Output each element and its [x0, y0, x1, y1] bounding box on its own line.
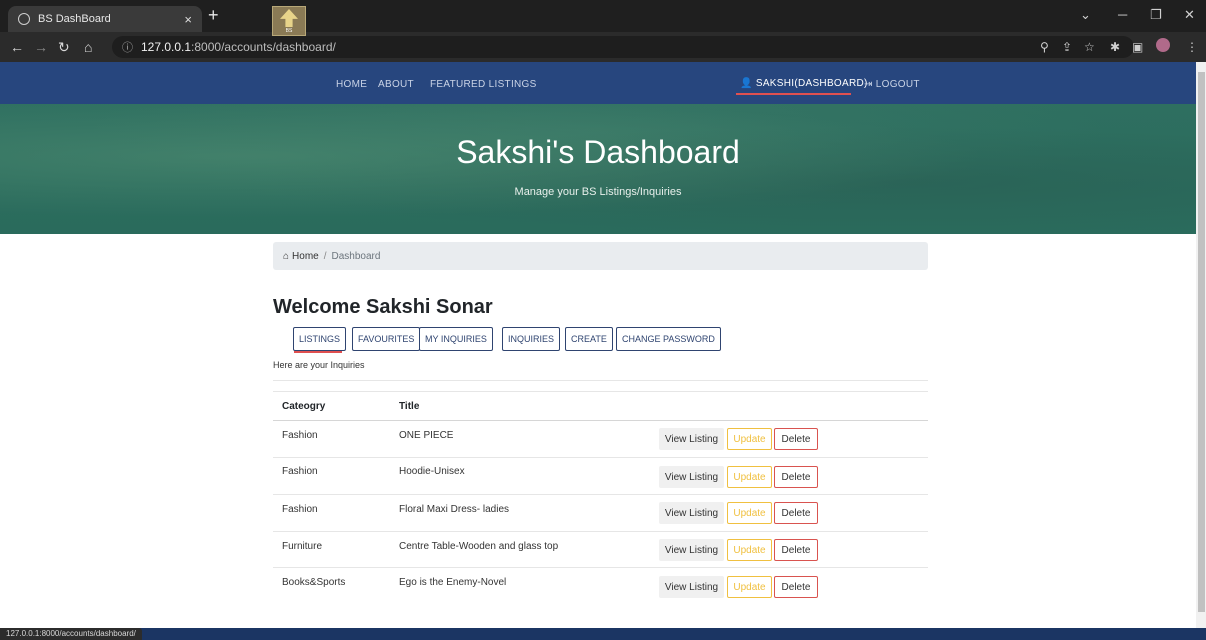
- row-category: Furniture: [282, 541, 323, 552]
- site-logo[interactable]: BS: [272, 6, 306, 36]
- reload-icon[interactable]: ↻: [58, 39, 70, 56]
- row-title: Ego is the Enemy-Novel: [399, 577, 507, 588]
- nav-featured-listings-link[interactable]: FEATURED LISTINGS: [430, 79, 537, 90]
- nav-logout-label: LOGOUT: [875, 79, 920, 90]
- browser-status-url: 127.0.0.1:8000/accounts/dashboard/: [0, 628, 142, 640]
- maximize-icon[interactable]: ❐: [1150, 7, 1162, 23]
- tab-search-icon[interactable]: ⌄: [1080, 7, 1091, 23]
- update-button[interactable]: Update: [727, 466, 772, 488]
- scrollbar-thumb[interactable]: [1198, 72, 1205, 612]
- url-input[interactable]: ⓘ 127.0.0.1 :8000/accounts/dashboard/: [112, 36, 1134, 58]
- url-host: 127.0.0.1: [141, 40, 192, 54]
- tab-change-password[interactable]: CHANGE PASSWORD: [616, 327, 721, 351]
- view-listing-button[interactable]: View Listing: [659, 539, 724, 561]
- row-divider: [273, 567, 928, 568]
- update-button[interactable]: Update: [727, 428, 772, 450]
- delete-button[interactable]: Delete: [774, 428, 818, 450]
- dashboard-hero: Sakshi's Dashboard Manage your BS Listin…: [0, 104, 1196, 234]
- row-category: Fashion: [282, 504, 318, 515]
- column-header-category: Cateogry: [282, 401, 326, 412]
- tab-create[interactable]: CREATE: [565, 327, 613, 351]
- row-title: Hoodie-Unisex: [399, 466, 465, 477]
- view-listing-button[interactable]: View Listing: [659, 466, 724, 488]
- nav-home-link[interactable]: HOME: [336, 79, 367, 90]
- profile-avatar[interactable]: [1156, 38, 1170, 52]
- hero-title: Sakshi's Dashboard: [456, 134, 740, 170]
- row-title: Floral Maxi Dress- ladies: [399, 504, 510, 515]
- breadcrumb-separator: /: [323, 250, 327, 262]
- globe-icon: [18, 13, 30, 25]
- row-title: ONE PIECE: [399, 430, 454, 441]
- bookmark-star-icon[interactable]: ☆: [1084, 40, 1095, 54]
- breadcrumb: ⌂ Home / Dashboard: [273, 242, 928, 270]
- active-nav-indicator: [736, 93, 851, 95]
- delete-button[interactable]: Delete: [774, 466, 818, 488]
- delete-button[interactable]: Delete: [774, 539, 818, 561]
- tab-favourites[interactable]: FAVOURITES: [352, 327, 421, 351]
- sign-out-icon: ⇥: [864, 79, 873, 90]
- table-header-top-border: [273, 391, 928, 392]
- view-listing-button[interactable]: View Listing: [659, 502, 724, 524]
- update-button[interactable]: Update: [727, 539, 772, 561]
- new-tab-button[interactable]: +: [208, 5, 219, 26]
- nav-logout-link[interactable]: ⇥ LOGOUT: [864, 79, 920, 90]
- breadcrumb-home-link[interactable]: Home: [292, 251, 319, 262]
- delete-button[interactable]: Delete: [774, 576, 818, 598]
- column-header-title: Title: [399, 401, 420, 412]
- tab-inquiries[interactable]: INQUIRIES: [502, 327, 561, 351]
- row-divider: [273, 457, 928, 458]
- browser-tab-bar: BS DashBoard × + ⌄ ─ ❐ ✕: [0, 0, 1206, 32]
- site-footer: [0, 628, 1206, 640]
- row-title: Centre Table-Wooden and glass top: [399, 541, 559, 552]
- site-info-icon[interactable]: ⓘ: [122, 39, 133, 55]
- home-icon[interactable]: ⌂: [84, 39, 92, 55]
- share-icon[interactable]: ⇪: [1062, 40, 1072, 54]
- inquiries-intro-text: Here are your Inquiries: [273, 360, 365, 370]
- tab-my-inquiries[interactable]: MY INQUIRIES: [419, 327, 493, 351]
- hero-subtitle: Manage your BS Listings/Inquiries: [514, 186, 682, 198]
- side-panel-icon[interactable]: ▣: [1132, 40, 1143, 54]
- close-window-icon[interactable]: ✕: [1184, 7, 1195, 23]
- row-divider: [273, 494, 928, 495]
- table-header-divider: [273, 420, 928, 421]
- nav-dashboard-label: SAKSHI(DASHBOARD): [755, 78, 868, 89]
- view-listing-button[interactable]: View Listing: [659, 428, 724, 450]
- zoom-icon[interactable]: ⚲: [1040, 40, 1049, 54]
- site-navbar: [0, 62, 1196, 104]
- row-category: Books&Sports: [282, 577, 346, 588]
- minimize-icon[interactable]: ─: [1118, 7, 1127, 22]
- user-plus-icon: 👤: [740, 78, 753, 89]
- logo-text: BS: [285, 28, 293, 34]
- browser-tab[interactable]: BS DashBoard ×: [8, 6, 202, 32]
- update-button[interactable]: Update: [727, 502, 772, 524]
- view-listing-button[interactable]: View Listing: [659, 576, 724, 598]
- back-icon[interactable]: ←: [10, 39, 24, 55]
- url-path: :8000/accounts/dashboard/: [191, 40, 336, 54]
- forward-icon[interactable]: →: [34, 39, 48, 55]
- update-button[interactable]: Update: [727, 576, 772, 598]
- home-icon: ⌂: [283, 250, 290, 262]
- address-bar-row: ← → ↻ ⌂ ⓘ 127.0.0.1 :8000/accounts/dashb…: [0, 32, 1206, 62]
- delete-button[interactable]: Delete: [774, 502, 818, 524]
- row-divider: [273, 531, 928, 532]
- nav-about-link[interactable]: ABOUT: [378, 79, 414, 90]
- row-category: Fashion: [282, 430, 318, 441]
- tab-listings[interactable]: LISTINGS: [293, 327, 347, 351]
- tab-title: BS DashBoard: [38, 13, 111, 25]
- table-top-divider: [273, 380, 928, 381]
- house-logo-icon: [280, 9, 298, 27]
- welcome-heading: Welcome Sakshi Sonar: [273, 296, 493, 318]
- nav-dashboard-link[interactable]: 👤 SAKSHI(DASHBOARD): [740, 78, 868, 89]
- menu-icon[interactable]: ⋮: [1186, 40, 1198, 54]
- close-tab-icon[interactable]: ×: [184, 12, 192, 27]
- extensions-icon[interactable]: ✱: [1110, 40, 1120, 54]
- row-category: Fashion: [282, 466, 318, 477]
- active-tab-indicator: [294, 351, 342, 353]
- breadcrumb-current: Dashboard: [331, 250, 381, 262]
